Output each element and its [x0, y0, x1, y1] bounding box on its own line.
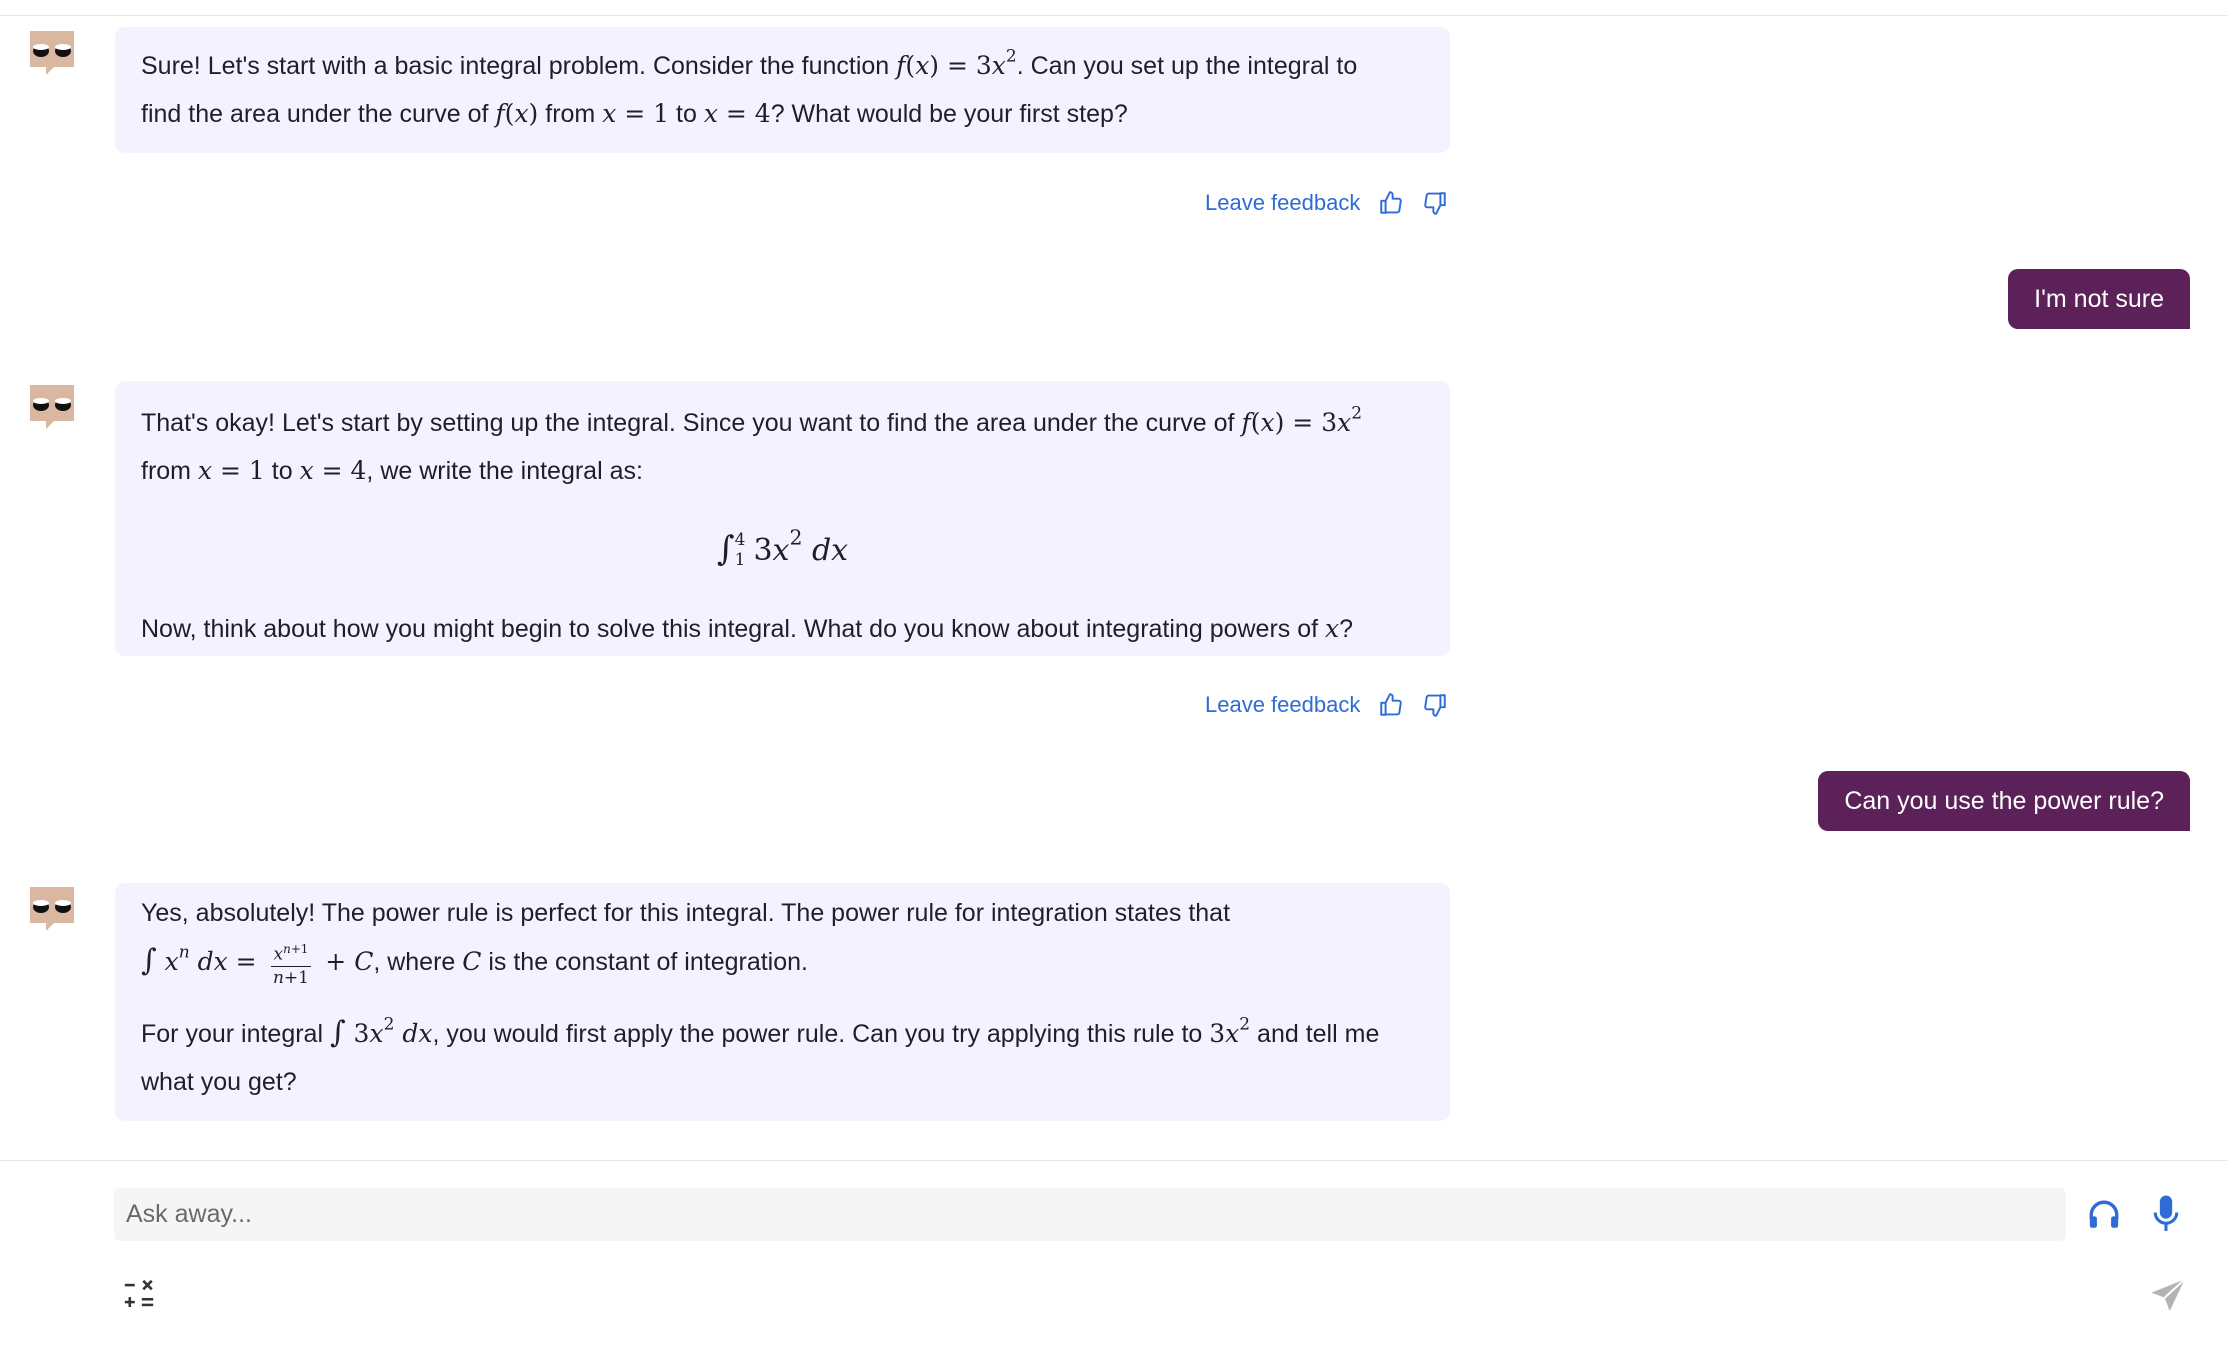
message-input[interactable]: [114, 1188, 2066, 1241]
feedback-row: Leave feedback: [1205, 190, 1448, 216]
microphone-icon[interactable]: [2151, 1194, 2181, 1234]
user-message: I'm not sure: [2008, 269, 2190, 329]
message-paragraph: what you get?: [141, 1067, 297, 1096]
owl-avatar-icon: [30, 31, 74, 75]
user-message: Can you use the power rule?: [1818, 771, 2190, 831]
thumbs-up-icon[interactable]: [1378, 190, 1404, 216]
message-paragraph: Yes, absolutely! The power rule is perfe…: [141, 899, 1231, 927]
headphones-icon[interactable]: [2086, 1198, 2122, 1232]
message-paragraph: Sure! Let's start with a basic integral …: [141, 46, 1358, 80]
send-icon[interactable]: [2148, 1276, 2188, 1316]
message-paragraph: For your integral ∫ 3x2 dx, you would fi…: [141, 1013, 1380, 1050]
message-paragraph: Now, think about how you might begin to …: [141, 614, 1354, 643]
feedback-row: Leave feedback: [1205, 692, 1448, 718]
message-paragraph: from x = 1 to x = 4, we write the integr…: [141, 456, 643, 485]
message-paragraph: ∫ xn dx = xn+1 n+1 + C, where C is the co…: [141, 937, 1424, 989]
leave-feedback-link[interactable]: Leave feedback: [1205, 190, 1360, 216]
message-paragraph: find the area under the curve of f(x) fr…: [141, 99, 1128, 128]
assistant-message: Sure! Let's start with a basic integral …: [115, 27, 1450, 153]
owl-avatar-icon: [30, 887, 74, 931]
thumbs-down-icon[interactable]: [1422, 190, 1448, 216]
math-symbols-icon[interactable]: [122, 1278, 156, 1312]
message-paragraph: That's okay! Let's start by setting up t…: [141, 403, 1363, 437]
assistant-message: Yes, absolutely! The power rule is perfe…: [115, 883, 1450, 1121]
leave-feedback-link[interactable]: Leave feedback: [1205, 692, 1360, 718]
owl-avatar-icon: [30, 385, 74, 429]
composer-divider: [0, 1160, 2228, 1161]
thumbs-up-icon[interactable]: [1378, 692, 1404, 718]
top-divider: [0, 15, 2228, 16]
integral-display: ∫ 4 1 3x2 dx: [716, 525, 849, 571]
assistant-message: That's okay! Let's start by setting up t…: [115, 381, 1450, 656]
thumbs-down-icon[interactable]: [1422, 692, 1448, 718]
fraction: xn+1 n+1: [270, 938, 312, 989]
